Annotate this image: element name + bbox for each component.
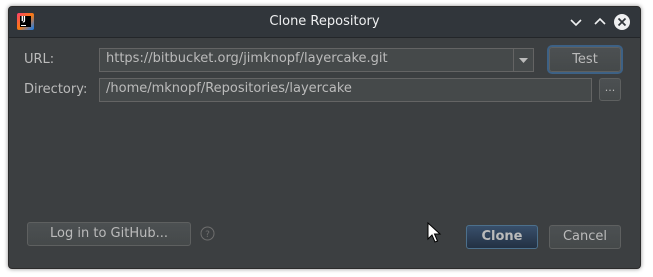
- title-bar[interactable]: IJ Clone Repository: [9, 7, 640, 38]
- clone-repository-dialog: IJ Clone Repository URL: https://bitbuck…: [8, 6, 641, 269]
- browse-button[interactable]: ...: [599, 78, 621, 101]
- test-button[interactable]: Test: [549, 47, 621, 72]
- question-mark-icon: ?: [200, 226, 215, 241]
- url-label: URL:: [24, 52, 55, 67]
- minimize-button[interactable]: [566, 12, 586, 32]
- help-button[interactable]: ?: [200, 226, 215, 241]
- svg-text:?: ?: [205, 230, 210, 240]
- maximize-button[interactable]: [590, 12, 610, 32]
- cancel-button[interactable]: Cancel: [549, 225, 621, 249]
- close-circle-icon: [614, 14, 630, 30]
- directory-field[interactable]: /home/mknopf/Repositories/layercake: [99, 78, 592, 102]
- url-combobox[interactable]: https://bitbucket.org/jimknopf/layercake…: [99, 48, 517, 72]
- url-dropdown-button[interactable]: [513, 48, 534, 72]
- chevron-down-icon: [570, 19, 582, 27]
- clone-button[interactable]: Clone: [466, 225, 538, 249]
- close-button[interactable]: [612, 12, 632, 32]
- dropdown-arrow-icon: [519, 58, 528, 63]
- window-title: Clone Repository: [269, 14, 380, 29]
- log-in-to-github-button[interactable]: Log in to GitHub...: [27, 222, 191, 246]
- directory-label: Directory:: [24, 82, 88, 97]
- chevron-up-icon: [594, 17, 606, 25]
- mouse-pointer-icon: [427, 222, 443, 244]
